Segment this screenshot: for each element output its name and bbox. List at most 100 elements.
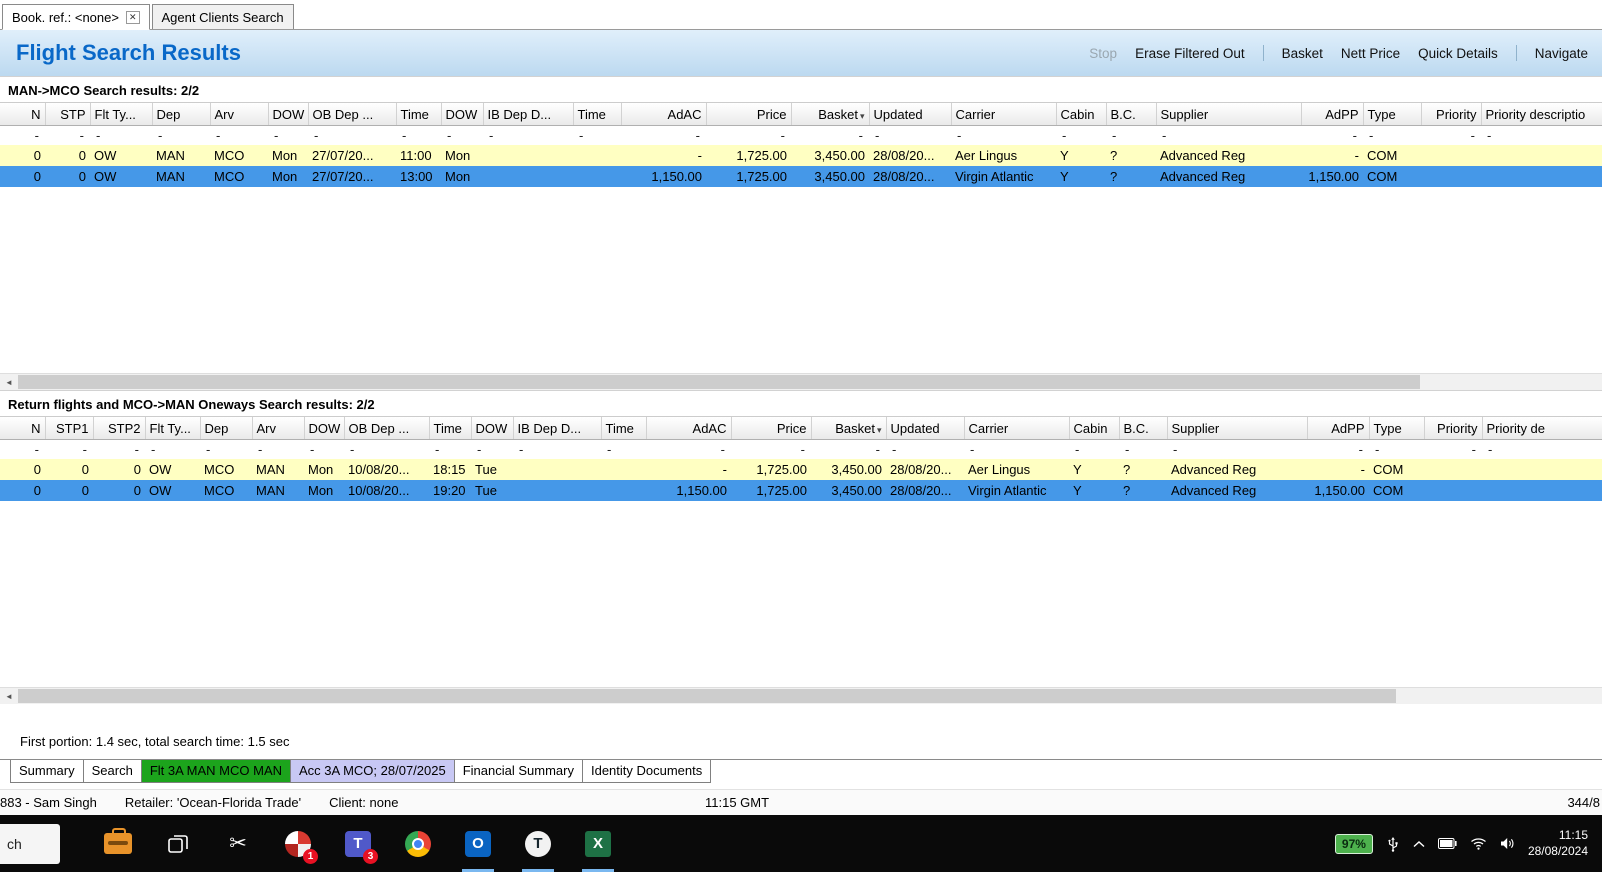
filter-cell[interactable]: - [304,440,344,460]
column-header-ob-dep[interactable]: OB Dep ... [344,417,430,440]
filter-cell[interactable]: - [396,126,441,146]
filter-cell[interactable]: - [1301,126,1363,146]
filter-cell[interactable]: - [429,440,471,460]
tab-financial-summary[interactable]: Financial Summary [453,760,583,783]
filter-cell[interactable]: - [869,126,951,146]
tab-identity-documents[interactable]: Identity Documents [581,760,712,783]
column-header-arv[interactable]: Arv [210,103,269,126]
column-header-arv[interactable]: Arv [252,417,305,440]
filter-cell[interactable]: - [1167,440,1307,460]
stop-button[interactable]: Stop [1089,46,1117,61]
navigate-button[interactable]: Navigate [1535,46,1588,61]
column-header-time[interactable]: Time [573,103,622,126]
column-header-dep[interactable]: Dep [152,103,211,126]
filter-cell[interactable]: - [441,126,483,146]
taskbar-search-input[interactable]: ch [0,823,60,864]
column-header-flt-ty[interactable]: Flt Ty... [145,417,201,440]
column-header-adpp[interactable]: AdPP [1301,103,1364,126]
chrome-icon[interactable] [395,815,441,872]
column-header-stp1[interactable]: STP1 [45,417,94,440]
filter-cell[interactable]: - [791,126,869,146]
usb-icon[interactable] [1386,835,1400,852]
scrollbar-thumb[interactable] [18,689,1397,703]
filter-cell[interactable]: - [145,440,200,460]
scrollbar-thumb[interactable] [18,375,1420,389]
window-tab-agent-clients-search[interactable]: Agent Clients Search [151,4,294,29]
erase-filtered-out-button[interactable]: Erase Filtered Out [1135,46,1245,61]
filter-cell[interactable]: - [964,440,1069,460]
column-header-dow[interactable]: DOW [441,103,484,126]
browser-icon[interactable]: 1 [275,815,321,872]
scroll-left-button[interactable]: ◄ [0,374,18,390]
tab-acc-3a-mco-28-07-2025[interactable]: Acc 3A MCO; 28/07/2025 [290,760,455,783]
pinned-app-icon[interactable] [95,815,141,872]
filter-cell[interactable]: - [731,440,811,460]
column-header-basket[interactable]: Basket ▾ [791,103,870,126]
tray-expand-icon[interactable] [1413,840,1425,848]
battery-icon[interactable] [1437,838,1457,849]
scrollbar-track[interactable] [18,688,1602,704]
filter-cell[interactable]: - [1421,126,1481,146]
filter-cell[interactable]: - [1106,126,1156,146]
filter-cell[interactable]: - [601,440,646,460]
column-header-cabin[interactable]: Cabin [1069,417,1120,440]
excel-icon[interactable]: X [575,815,621,872]
column-header-cabin[interactable]: Cabin [1056,103,1107,126]
result-row[interactable]: 0 0 0 OW MCO MAN Mon 10/08/20... 19:20 Tue 1,150.0… [0,480,1602,501]
column-header-updated[interactable]: Updated [886,417,965,440]
filter-cell[interactable]: - [45,126,90,146]
battery-percent-indicator[interactable]: 97% [1334,833,1373,854]
tab-summary[interactable]: Summary [10,760,84,783]
filter-cell[interactable]: - [1369,440,1424,460]
filter-cell[interactable]: - [210,126,268,146]
column-header-stp2[interactable]: STP2 [93,417,146,440]
task-view-icon[interactable] [155,815,201,872]
wifi-icon[interactable] [1470,837,1487,850]
filter-cell[interactable]: - [93,440,145,460]
teams-icon[interactable]: T3 [335,815,381,872]
column-header-n[interactable]: N [0,417,46,440]
filter-cell[interactable]: - [1307,440,1369,460]
column-header-updated[interactable]: Updated [869,103,952,126]
basket-button[interactable]: Basket [1282,46,1323,61]
filter-cell[interactable]: - [0,126,45,146]
column-header-n[interactable]: N [0,103,46,126]
filter-cell[interactable]: - [1424,440,1482,460]
column-header-supplier[interactable]: Supplier [1167,417,1308,440]
column-header-priority[interactable]: Priority [1424,417,1483,440]
filter-cell[interactable]: - [45,440,93,460]
horizontal-scrollbar[interactable]: ◄ [0,373,1602,390]
column-header-b-c[interactable]: B.C. [1106,103,1157,126]
nett-price-button[interactable]: Nett Price [1341,46,1400,61]
result-row[interactable]: 0 0 OW MAN MCO Mon 27/07/20... 13:00 Mon 1,150.00… [0,166,1602,187]
column-header-ib-dep-d[interactable]: IB Dep D... [483,103,574,126]
filter-cell[interactable]: - [90,126,152,146]
column-header-basket[interactable]: Basket ▾ [811,417,887,440]
horizontal-scrollbar[interactable]: ◄ [0,687,1602,704]
filter-cell[interactable]: - [951,126,1056,146]
column-header-stp[interactable]: STP [45,103,91,126]
result-row[interactable]: 0 0 0 OW MCO MAN Mon 10/08/20... 18:15 Tue - 1,725.… [0,459,1602,480]
column-header-dow[interactable]: DOW [471,417,514,440]
filter-cell[interactable]: - [621,126,706,146]
filter-cell[interactable]: - [1119,440,1167,460]
column-header-dep[interactable]: Dep [200,417,253,440]
column-header-price[interactable]: Price [731,417,812,440]
taskbar-clock[interactable]: 11:15 28/08/2024 [1528,828,1588,859]
filter-cell[interactable]: - [152,126,210,146]
filter-cell[interactable]: - [200,440,252,460]
column-header-type[interactable]: Type [1363,103,1422,126]
column-header-adac[interactable]: AdAC [621,103,707,126]
column-header-price[interactable]: Price [706,103,792,126]
filter-cell[interactable]: - [471,440,513,460]
column-header-priority-descriptio[interactable]: Priority descriptio [1481,103,1602,126]
filter-cell[interactable]: - [308,126,396,146]
column-header-type[interactable]: Type [1369,417,1425,440]
snipping-tool-icon[interactable]: ✂ [215,815,261,872]
column-header-ob-dep[interactable]: OB Dep ... [308,103,397,126]
outlook-icon[interactable]: O [455,815,501,872]
window-tab-book-ref-none[interactable]: Book. ref.: <none> ✕ [2,4,150,30]
filter-cell[interactable]: - [344,440,429,460]
column-header-time[interactable]: Time [601,417,647,440]
volume-icon[interactable] [1500,837,1515,850]
